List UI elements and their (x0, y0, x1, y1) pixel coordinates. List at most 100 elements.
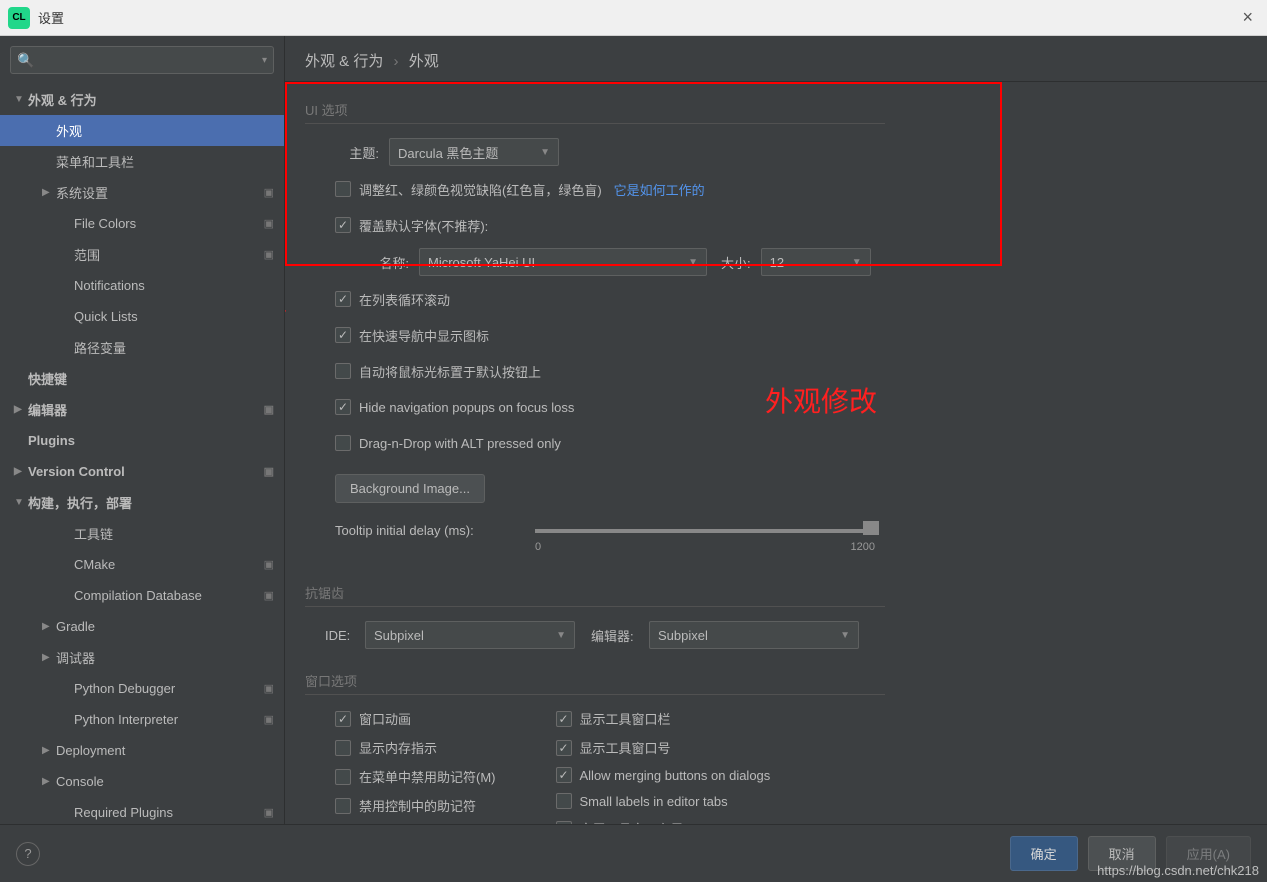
sidebar-item-label: Version Control (28, 464, 264, 479)
ide-aa-dropdown[interactable]: Subpixel ▼ (365, 621, 575, 649)
sidebar-item[interactable]: File Colors▣ (0, 208, 284, 239)
sidebar-item-label: Python Interpreter (74, 712, 264, 727)
font-name-dropdown[interactable]: Microsoft YaHei UI ▼ (419, 248, 707, 276)
config-icon: ▣ (264, 589, 274, 602)
sidebar-item-label: Notifications (74, 278, 284, 293)
sidebar-item[interactable]: ▼外观 & 行为 (0, 84, 284, 115)
ok-button[interactable]: 确定 (1010, 836, 1078, 871)
config-icon: ▣ (264, 217, 274, 230)
sidebar-item[interactable]: Compilation Database▣ (0, 580, 284, 611)
sidebar-item-label: 工具链 (74, 524, 284, 543)
background-image-button[interactable]: Background Image... (335, 474, 485, 503)
sidebar-item[interactable]: 工具链 (0, 518, 284, 549)
ide-aa-label: IDE: (325, 628, 365, 643)
auto-cursor-checkbox[interactable]: 自动将鼠标光标置于默认按钮上 (335, 362, 541, 381)
editor-aa-label: 编辑器: (591, 626, 649, 645)
sidebar-item-label: Required Plugins (74, 805, 264, 820)
sidebar-item-label: 快捷键 (28, 369, 284, 388)
sidebar-item[interactable]: CMake▣ (0, 549, 284, 580)
sidebar-item-label: 路径变量 (74, 338, 284, 357)
tree-arrow-icon: ▶ (14, 404, 28, 415)
section-window-options: 窗口选项 (305, 671, 885, 695)
sidebar-item[interactable]: ▶编辑器▣ (0, 394, 284, 425)
sidebar-item-label: 菜单和工具栏 (56, 152, 284, 171)
help-button[interactable]: ? (16, 842, 40, 866)
show-nav-icons-checkbox[interactable]: 在快速导航中显示图标 (335, 326, 489, 345)
sidebar-item[interactable]: 快捷键 (0, 363, 284, 394)
cancel-button[interactable]: 取消 (1088, 836, 1156, 871)
chevron-down-icon: ▼ (556, 630, 566, 641)
section-ui-options: UI 选项 (305, 100, 885, 124)
slider-handle[interactable] (863, 521, 879, 535)
sidebar-item-label: Deployment (56, 743, 284, 758)
sidebar-item-label: Console (56, 774, 284, 789)
sidebar-item[interactable]: ▼构建，执行，部署 (0, 487, 284, 518)
sidebar-item[interactable]: 菜单和工具栏 (0, 146, 284, 177)
tree-arrow-icon: ▼ (14, 94, 28, 105)
window-title: 设置 (38, 8, 64, 27)
chevron-down-icon: ▼ (688, 257, 698, 268)
sidebar-item[interactable]: Python Debugger▣ (0, 673, 284, 704)
sidebar-item[interactable]: Plugins (0, 425, 284, 456)
sidebar-item[interactable]: Required Plugins▣ (0, 797, 284, 824)
sidebar-item-label: File Colors (74, 216, 264, 231)
sidebar-item-label: Python Debugger (74, 681, 264, 696)
sidebar-item[interactable]: 范围▣ (0, 239, 284, 270)
sidebar-item-label: Quick Lists (74, 309, 284, 324)
small-labels-checkbox[interactable]: Small labels in editor tabs (556, 793, 771, 809)
sidebar-item-label: CMake (74, 557, 264, 572)
disable-ctrl-mnem-checkbox[interactable]: 禁用控制中的助记符 (335, 796, 496, 815)
sidebar-item[interactable]: 外观 (0, 115, 284, 146)
chevron-right-icon: › (394, 53, 399, 70)
tooltip-delay-slider[interactable]: 0 1200 (535, 523, 875, 553)
show-toolbar-checkbox[interactable]: 显示工具窗口栏 (556, 709, 771, 728)
app-icon: CL (8, 7, 30, 29)
sidebar-item[interactable]: Quick Lists (0, 301, 284, 332)
sidebar-item-label: 外观 & 行为 (28, 90, 284, 109)
apply-button[interactable]: 应用(A) (1166, 836, 1251, 871)
show-memory-checkbox[interactable]: 显示内存指示 (335, 738, 496, 757)
disable-mnemonics-checkbox[interactable]: 在菜单中禁用助记符(M) (335, 767, 496, 786)
sidebar-item[interactable]: ▶Gradle (0, 611, 284, 642)
sidebar-item[interactable]: Python Interpreter▣ (0, 704, 284, 735)
show-tool-num-checkbox[interactable]: 显示工具窗口号 (556, 738, 771, 757)
config-icon: ▣ (264, 465, 274, 478)
sidebar-item-label: 调试器 (56, 648, 284, 667)
settings-tree[interactable]: ▼外观 & 行为外观菜单和工具栏▶系统设置▣File Colors▣范围▣Not… (0, 84, 284, 824)
sidebar-item[interactable]: 路径变量 (0, 332, 284, 363)
config-icon: ▣ (264, 558, 274, 571)
sidebar-item-label: Gradle (56, 619, 284, 634)
cyclic-scroll-checkbox[interactable]: 在列表循环滚动 (335, 290, 450, 309)
sidebar-item[interactable]: ▶Version Control▣ (0, 456, 284, 487)
window-animate-checkbox[interactable]: 窗口动画 (335, 709, 496, 728)
override-font-checkbox[interactable]: 覆盖默认字体(不推荐): (335, 216, 488, 235)
adjust-colors-checkbox[interactable]: 调整红、绿颜色视觉缺陷(红色盲，绿色盲) (335, 180, 602, 199)
tree-arrow-icon: ▶ (42, 776, 56, 787)
font-size-dropdown[interactable]: 12 ▼ (761, 248, 871, 276)
widescreen-checkbox[interactable]: 宽屏工具窗口布局 (556, 819, 771, 824)
sidebar-item[interactable]: ▶Console (0, 766, 284, 797)
sidebar-item[interactable]: ▶调试器 (0, 642, 284, 673)
theme-dropdown[interactable]: Darcula 黑色主题 ▼ (389, 138, 559, 166)
hide-nav-popups-checkbox[interactable]: Hide navigation popups on focus loss (335, 399, 574, 415)
search-icon: 🔍 (17, 52, 34, 69)
tree-arrow-icon: ▶ (42, 621, 56, 632)
how-it-works-link[interactable]: 它是如何工作的 (614, 180, 705, 199)
allow-merge-checkbox[interactable]: Allow merging buttons on dialogs (556, 767, 771, 783)
search-input[interactable]: 🔍 ▾ (10, 46, 274, 74)
config-icon: ▣ (264, 806, 274, 819)
drag-alt-checkbox[interactable]: Drag-n-Drop with ALT pressed only (335, 435, 561, 451)
settings-panel: UI 选项 主题: Darcula 黑色主题 ▼ 调整红、绿颜色视觉缺陷(红色盲… (285, 82, 1267, 824)
sidebar-item-label: Plugins (28, 433, 284, 448)
sidebar-item[interactable]: ▶系统设置▣ (0, 177, 284, 208)
theme-label: 主题: (329, 143, 379, 162)
editor-aa-dropdown[interactable]: Subpixel ▼ (649, 621, 859, 649)
config-icon: ▣ (264, 248, 274, 261)
sidebar-item-label: 构建，执行，部署 (28, 493, 284, 512)
close-icon[interactable]: × (1236, 7, 1259, 28)
tree-arrow-icon: ▼ (14, 497, 28, 508)
titlebar: CL 设置 × (0, 0, 1267, 36)
sidebar-item[interactable]: ▶Deployment (0, 735, 284, 766)
config-icon: ▣ (264, 186, 274, 199)
sidebar-item[interactable]: Notifications (0, 270, 284, 301)
